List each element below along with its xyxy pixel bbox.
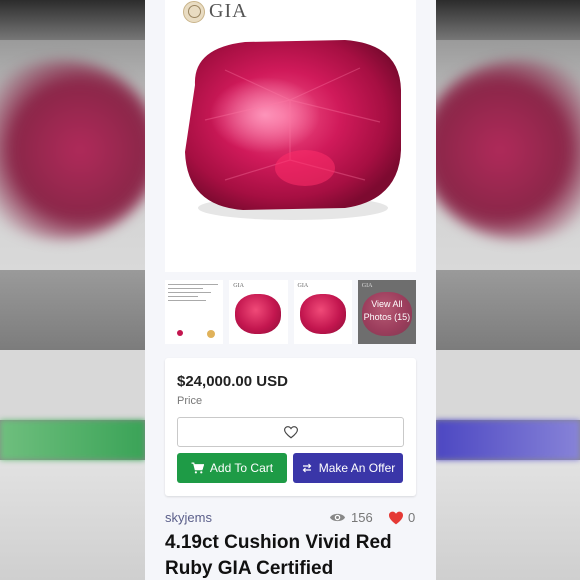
thumbnail-gia-logo: GIA — [361, 283, 373, 289]
make-offer-button[interactable]: Make An Offer — [293, 453, 403, 483]
eye-icon — [329, 513, 346, 522]
add-to-cart-button[interactable]: Add To Cart — [177, 453, 287, 483]
view-all-label-line2: Photos (15) — [363, 312, 411, 322]
make-offer-label: Make An Offer — [318, 461, 396, 475]
view-all-photos-button[interactable]: GIA View All Photos (15) — [357, 280, 416, 344]
seller-link[interactable]: skyjems — [165, 510, 212, 525]
price-value: $24,000.00 USD — [177, 373, 288, 390]
add-to-cart-label: Add To Cart — [209, 461, 274, 475]
swap-arrows-icon — [302, 463, 312, 473]
likes-value: 0 — [408, 510, 416, 525]
main-product-image[interactable]: GIA — [165, 0, 416, 272]
price-panel: $24,000.00 USD Price Add To Cart Make An… — [165, 358, 416, 496]
thumbnail-gem-image — [299, 294, 346, 334]
view-all-label-line1: View All — [371, 299, 403, 309]
product-title: 4.19ct Cushion Vivid Red Ruby GIA Certif… — [165, 532, 392, 579]
listing-card: GIA GIA GIA GIA View All Photos (15) $24… — [145, 0, 436, 580]
thumbnail-gem-front[interactable]: GIA — [229, 280, 288, 344]
price-label: Price — [177, 395, 203, 407]
thumbnail-certificate[interactable] — [165, 280, 224, 344]
heart-filled-icon — [389, 511, 403, 524]
heart-outline-icon — [283, 425, 298, 438]
view-all-label: View All Photos (15) — [358, 298, 416, 324]
gia-logo: GIA — [183, 0, 248, 23]
views-value: 156 — [351, 510, 373, 525]
thumbnail-strip: GIA GIA GIA View All Photos (15) — [165, 280, 416, 344]
favorite-button[interactable] — [177, 417, 404, 447]
views-count: 156 — [329, 510, 373, 525]
thumbnail-gem-image — [235, 294, 282, 334]
seller-stats-row: skyjems 156 0 — [165, 510, 416, 528]
thumbnail-gia-logo: GIA — [297, 283, 309, 289]
cart-icon — [191, 462, 204, 474]
gia-seal-icon — [183, 0, 205, 23]
likes-count[interactable]: 0 — [388, 510, 415, 525]
ruby-gem-image — [185, 40, 401, 220]
gia-logo-text: GIA — [209, 0, 248, 22]
thumbnail-gem-angle[interactable]: GIA — [293, 280, 352, 344]
thumbnail-gia-logo: GIA — [233, 283, 244, 289]
